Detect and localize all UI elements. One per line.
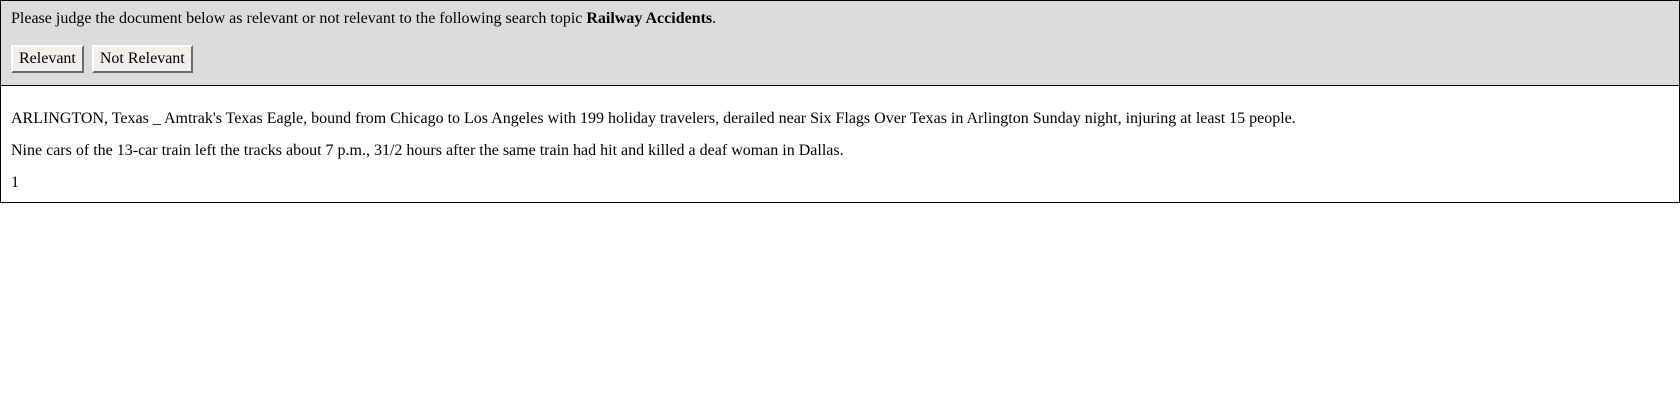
instruction-prefix: Please judge the document below as relev…: [11, 10, 587, 27]
document-page-number: 1: [11, 174, 19, 191]
instruction-suffix: .: [712, 10, 717, 27]
document-panel: ARLINGTON, Texas _ Amtrak's Texas Eagle,…: [0, 85, 1680, 203]
search-topic: Railway Accidents: [586, 10, 713, 27]
judgment-buttons: Relevant Not Relevant: [11, 45, 1669, 73]
page: Please judge the document below as relev…: [0, 0, 1680, 400]
document-paragraph: Nine cars of the 13-car train left the t…: [11, 142, 844, 159]
relevant-button[interactable]: Relevant: [11, 45, 84, 73]
not-relevant-button[interactable]: Not Relevant: [91, 45, 193, 73]
instruction-text: Please judge the document below as relev…: [11, 9, 1669, 29]
judgment-panel: Please judge the document below as relev…: [0, 0, 1680, 86]
document-paragraph: ARLINGTON, Texas _ Amtrak's Texas Eagle,…: [11, 110, 1296, 127]
